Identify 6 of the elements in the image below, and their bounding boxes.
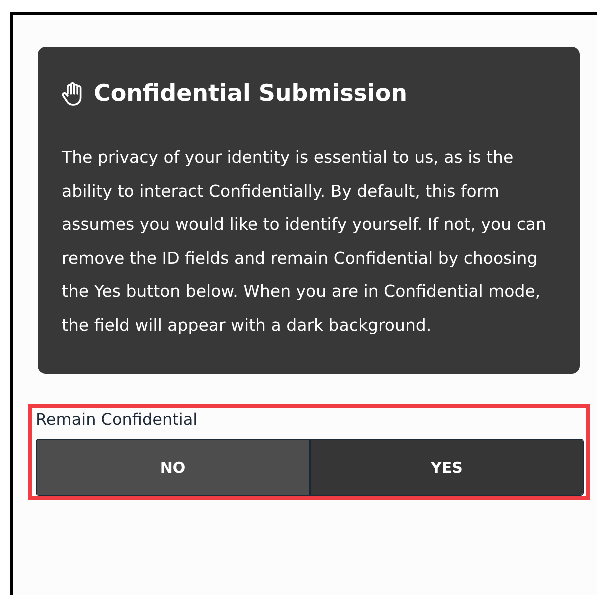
description-text: The privacy of your identity is essential to us, as is the ability to interact Confidentially. By default, this form assumes you would like to identify yourself. If not, you can remove the ID fields and remain Confidential by choosing the Yes button below. When you are in Confidential mode, the field will appear with a dark background. <box>62 147 548 336</box>
option-button[interactable]: NO <box>37 440 309 495</box>
field-label: Remain Confidential <box>36 410 199 429</box>
option-button[interactable]: YES <box>309 440 583 495</box>
card-title: Confidential Submission <box>94 81 408 107</box>
hand-icon <box>62 81 84 107</box>
